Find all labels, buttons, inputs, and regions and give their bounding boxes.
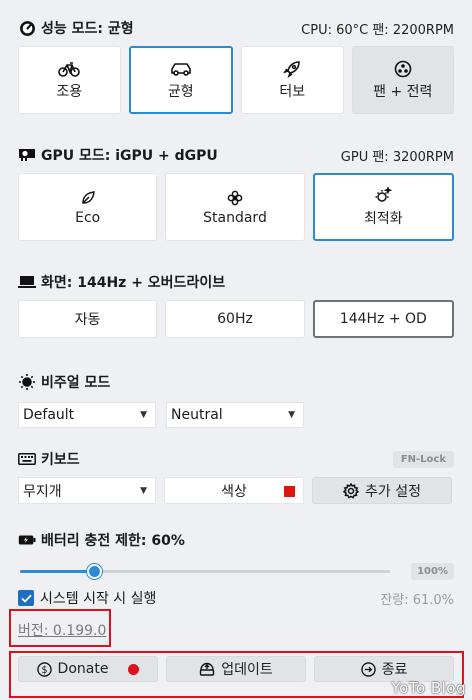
keyboard-color-label: 색상 — [221, 483, 247, 500]
refresh-auto-button[interactable]: 자동 — [18, 300, 158, 338]
gpu-card-icon — [18, 146, 36, 164]
quit-label: 종료 — [381, 662, 408, 678]
gear-icon — [343, 482, 359, 499]
leaf-icon — [80, 188, 96, 208]
gpu-eco-button[interactable]: Eco — [18, 173, 158, 241]
sparkle-icon — [374, 186, 393, 206]
gpu-title: GPU 모드: iGPU + dGPU — [18, 145, 218, 165]
visual-title-text: 비주얼 모드 — [41, 375, 111, 391]
version-link[interactable]: 버전: 0.199.0 — [18, 620, 106, 640]
gpu-title-text: GPU 모드: iGPU + dGPU — [41, 148, 218, 164]
update-button[interactable]: 업데이트 — [166, 656, 306, 682]
mode-custom-button[interactable]: 팬 + 전력 — [351, 46, 454, 114]
mode-quiet-label: 조용 — [56, 84, 83, 100]
mode-turbo-button[interactable]: 터보 — [241, 46, 344, 114]
keyboard-effect-value: 무지개 — [23, 483, 62, 500]
performance-section: 성능 모드: 균형 CPU: 60°C 팬: 2200RPM 조용 균형 터보 — [18, 18, 454, 114]
donate-badge-dot — [128, 663, 140, 675]
watermark: YoTo Blog — [391, 679, 466, 697]
keyboard-effect-select[interactable]: 무지개 ▼ — [18, 477, 156, 504]
battery-section: 배터리 충전 제한: 60% 100% 시스템 시작 시 실행 잔량: 61.0… — [18, 530, 454, 608]
mode-custom-label: 팬 + 전력 — [373, 84, 433, 100]
refresh-144hz-od-button[interactable]: 144Hz + OD — [312, 300, 454, 338]
startup-checkbox[interactable]: 시스템 시작 시 실행 — [18, 588, 156, 608]
footer-buttons: $ Donate 업데이트 종료 — [18, 656, 454, 682]
bicycle-icon — [58, 59, 81, 79]
startup-label: 시스템 시작 시 실행 — [40, 591, 157, 607]
mode-balanced-button[interactable]: 균형 — [128, 46, 233, 114]
refresh-auto-label: 자동 — [74, 312, 101, 328]
battery-limit-slider[interactable]: 100% — [18, 560, 454, 582]
keyboard-title-text: 키보드 — [41, 452, 80, 468]
mode-balanced-label: 균형 — [167, 84, 194, 100]
keyboard-color-button[interactable]: 색상 — [164, 477, 304, 504]
laptop-icon — [18, 273, 36, 291]
color-profile-value: Default — [23, 407, 75, 423]
slider-track — [20, 564, 390, 579]
checkmark-icon — [18, 590, 34, 606]
performance-title: 성능 모드: 균형 — [18, 18, 134, 38]
keyboard-title: 키보드 — [18, 449, 80, 469]
svg-text:$: $ — [41, 665, 47, 676]
exit-icon — [360, 661, 376, 677]
chevron-down-icon: ▼ — [140, 410, 147, 420]
battery-remaining: 잔량: 61.0% — [380, 592, 454, 608]
mode-turbo-label: 터보 — [279, 84, 306, 100]
gpu-optimized-label: 최적화 — [364, 211, 403, 227]
gpu-section: GPU 모드: iGPU + dGPU GPU 팬: 3200RPM Eco S… — [18, 145, 454, 241]
keyboard-settings-label: 추가 설정 — [365, 483, 421, 500]
dollar-icon: $ — [36, 661, 52, 677]
color-tone-select[interactable]: Neutral ▼ — [166, 402, 304, 428]
gauge-icon — [18, 19, 36, 37]
gpu-standard-button[interactable]: Standard — [165, 173, 305, 241]
battery-icon — [18, 531, 36, 549]
donate-button[interactable]: $ Donate — [18, 656, 158, 682]
sun-icon — [18, 373, 36, 391]
gpu-standard-label: Standard — [203, 210, 267, 226]
fn-lock-badge[interactable]: FN-Lock — [392, 450, 454, 468]
refresh-60hz-label: 60Hz — [217, 311, 253, 327]
chevron-down-icon: ▼ — [140, 485, 147, 496]
gpu-eco-label: Eco — [75, 210, 101, 226]
battery-title-text: 배터리 충전 제한: 60% — [41, 533, 185, 549]
chevron-down-icon: ▼ — [288, 410, 295, 420]
color-profile-select[interactable]: Default ▼ — [18, 402, 156, 428]
keyboard-icon — [18, 450, 36, 468]
visual-section: 비주얼 모드 Default ▼ Neutral ▼ — [18, 372, 454, 428]
battery-title: 배터리 충전 제한: 60% — [18, 530, 185, 550]
keyboard-color-swatch — [284, 486, 295, 497]
performance-title-text: 성능 모드: 균형 — [41, 21, 134, 37]
donate-label: Donate — [57, 661, 109, 677]
car-icon — [170, 59, 192, 79]
rocket-icon — [283, 59, 301, 79]
keyboard-section: 키보드 FN-Lock 무지개 ▼ 색상 추가 설정 — [18, 449, 454, 504]
cpu-status: CPU: 60°C 팬: 2200RPM — [301, 22, 454, 38]
screen-title-text: 화면: 144Hz + 오버드라이브 — [41, 275, 226, 291]
refresh-60hz-button[interactable]: 60Hz — [165, 300, 305, 338]
flower-icon — [227, 188, 243, 208]
screen-section: 화면: 144Hz + 오버드라이브 자동 60Hz 144Hz + OD — [18, 272, 454, 338]
refresh-144hz-od-label: 144Hz + OD — [339, 311, 427, 327]
gpu-fan-status: GPU 팬: 3200RPM — [340, 149, 454, 165]
fan-icon — [394, 59, 412, 79]
slider-fill — [20, 570, 94, 573]
slider-thumb[interactable] — [87, 564, 102, 579]
mode-quiet-button[interactable]: 조용 — [18, 46, 121, 114]
color-tone-value: Neutral — [171, 407, 223, 423]
update-icon — [199, 662, 215, 676]
update-label: 업데이트 — [221, 662, 273, 678]
screen-title: 화면: 144Hz + 오버드라이브 — [18, 272, 225, 292]
max-percent-badge: 100% — [411, 563, 454, 580]
gpu-optimized-button[interactable]: 최적화 — [312, 173, 454, 241]
visual-title: 비주얼 모드 — [18, 372, 110, 392]
keyboard-settings-button[interactable]: 추가 설정 — [312, 477, 452, 504]
